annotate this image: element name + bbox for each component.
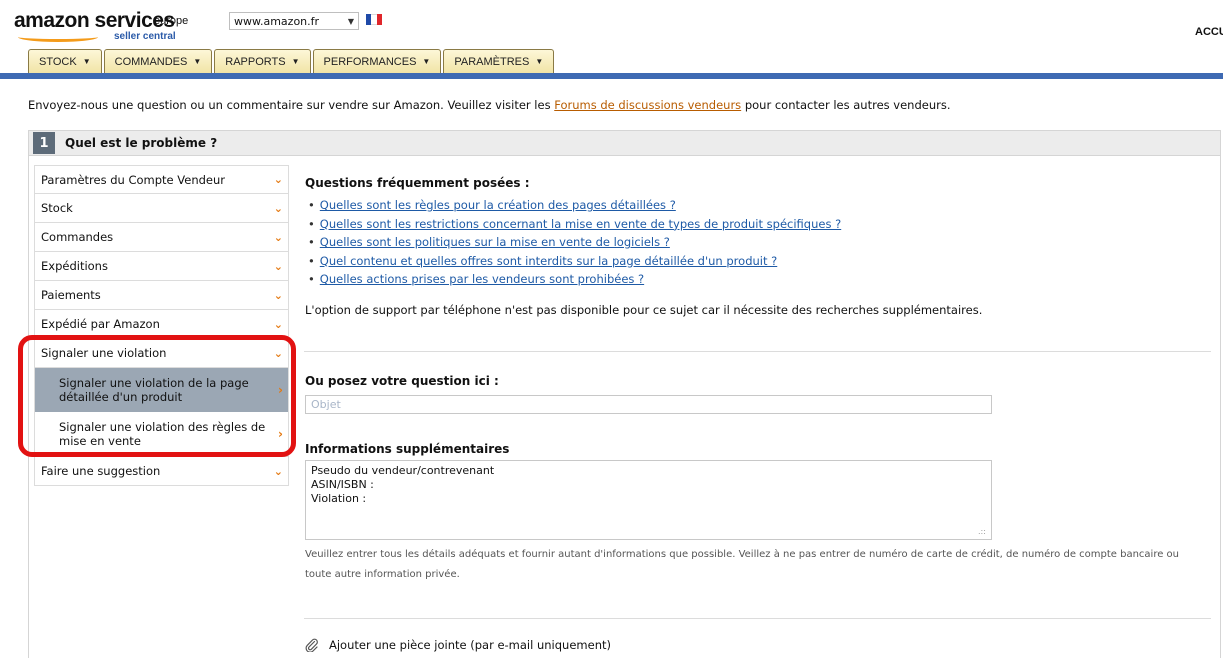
caret-down-icon: ▼ [291, 57, 300, 66]
attachment-row[interactable]: Ajouter une pièce jointe (par e-mail uni… [305, 638, 611, 652]
nav-tab-parametres[interactable]: PARAMÈTRES ▼ [443, 49, 555, 73]
nav-divider-bar [0, 73, 1223, 79]
nav-tab-stock[interactable]: STOCK ▼ [28, 49, 102, 73]
amazon-services-logo[interactable]: amazon services europe seller central [14, 9, 204, 49]
chevron-down-icon: ⌄ [273, 464, 283, 478]
amazon-smile-icon [18, 32, 98, 42]
chevron-right-icon: › [278, 426, 283, 441]
nav-tab-commandes[interactable]: COMMANDES ▼ [103, 49, 213, 73]
menu-item-label: Expédié par Amazon [41, 317, 160, 331]
menu-item-label: Signaler une violation [41, 346, 167, 360]
question-label: Ou posez votre question ici : [305, 374, 499, 388]
header: amazon services europe seller central ww… [0, 0, 1223, 88]
menu-item-label: Expéditions [41, 259, 108, 273]
faq-item: • Quel contenu et quelles offres sont int… [308, 252, 841, 271]
section-number-badge: 1 [33, 132, 55, 154]
bullet-icon: • [308, 272, 315, 286]
content-divider [304, 618, 1211, 619]
caret-down-icon: ▼ [535, 57, 544, 66]
main-nav: STOCK ▼ COMMANDES ▼ RAPPORTS ▼ PERFORMANCES… [28, 49, 556, 73]
logo-seller-central-text: seller central [114, 31, 176, 42]
additional-info-textarea[interactable] [305, 460, 992, 540]
faq-link[interactable]: Quelles sont les restrictions concernant… [320, 217, 841, 231]
submenu-item-label: Signaler une violation de la page détail… [59, 375, 249, 404]
chevron-down-icon: ⌄ [273, 288, 283, 302]
paperclip-icon [305, 638, 318, 652]
marketplace-select-value: www.amazon.fr [234, 14, 320, 28]
chevron-down-icon: ⌄ [273, 317, 283, 331]
menu-item-payments[interactable]: Paiements ⌄ [34, 281, 289, 310]
menu-item-label: Paiements [41, 288, 101, 302]
chevron-down-icon: ⌄ [273, 201, 283, 215]
faq-link[interactable]: Quelles sont les règles pour la création… [320, 198, 676, 212]
caret-down-icon: ▼ [422, 57, 431, 66]
resize-grip-icon[interactable]: .:: [978, 527, 986, 536]
caret-down-icon: ▼ [193, 57, 202, 66]
menu-item-fba[interactable]: Expédié par Amazon ⌄ [34, 310, 289, 339]
faq-item: • Quelles actions prises par les vendeurs… [308, 270, 841, 289]
privacy-help-text: Veuillez entrer tous les détails adéquat… [305, 549, 1179, 580]
caret-down-icon: ▼ [82, 57, 91, 66]
intro-text: Envoyez-nous une question ou un commenta… [28, 98, 951, 112]
nav-tab-label: PERFORMANCES [323, 55, 417, 68]
attachment-label: Ajouter une pièce jointe (par e-mail uni… [329, 638, 611, 652]
menu-item-label: Faire une suggestion [41, 464, 161, 478]
chevron-down-icon: ⌄ [273, 173, 283, 186]
menu-item-shipping[interactable]: Expéditions ⌄ [34, 252, 289, 281]
chevron-down-icon: ▼ [347, 16, 354, 26]
subject-input[interactable] [305, 395, 992, 414]
nav-tab-label: COMMANDES [114, 55, 188, 68]
nav-tab-performances[interactable]: PERFORMANCES ▼ [312, 49, 442, 73]
menu-item-account-settings[interactable]: Paramètres du Compte Vendeur ⌄ [34, 165, 289, 194]
logo-region-text: europe [154, 15, 189, 27]
section-title: Quel est le problème ? [65, 136, 218, 150]
submenu-item-label: Signaler une violation des règles de mis… [59, 419, 266, 448]
faq-item: • Quelles sont les règles pour la créatio… [308, 196, 841, 215]
chevron-down-icon: ⌄ [273, 346, 283, 360]
submenu-item-listing-rules-violation[interactable]: Signaler une violation des règles de mis… [34, 412, 289, 456]
intro-text-before: Envoyez-nous une question ou un commenta… [28, 98, 555, 112]
faq-link[interactable]: Quel contenu et quelles offres sont inte… [320, 254, 777, 268]
faq-link[interactable]: Quelles sont les politiques sur la mise … [320, 235, 670, 249]
faq-title: Questions fréquemment posées : [305, 176, 530, 190]
submenu-item-detail-page-violation[interactable]: Signaler une violation de la page détail… [34, 368, 289, 412]
menu-item-suggestion[interactable]: Faire une suggestion ⌄ [34, 457, 289, 486]
france-flag-icon [366, 14, 382, 25]
chevron-right-icon: › [278, 382, 283, 397]
menu-item-label: Commandes [41, 230, 114, 244]
additional-info-label: Informations supplémentaires [305, 442, 510, 456]
menu-item-label: Paramètres du Compte Vendeur [41, 172, 226, 187]
menu-item-label: Stock [41, 201, 73, 215]
menu-item-report-violation[interactable]: Signaler une violation ⌄ [34, 339, 289, 368]
intro-text-after: pour contacter les autres vendeurs. [741, 98, 951, 112]
nav-tab-label: PARAMÈTRES [454, 55, 530, 68]
marketplace-select[interactable]: www.amazon.fr ▼ [229, 12, 359, 30]
category-menu: Paramètres du Compte Vendeur ⌄ Stock ⌄ Com… [34, 165, 289, 486]
nav-tab-label: RAPPORTS [225, 55, 286, 68]
section-header: 1 Quel est le problème ? [28, 130, 1221, 156]
violation-submenu: Signaler une violation de la page détail… [34, 368, 289, 457]
seller-forums-link[interactable]: Forums de discussions vendeurs [554, 98, 741, 112]
faq-item: • Quelles sont les politiques sur la mise… [308, 233, 841, 252]
logo-main-text: amazon services [14, 9, 175, 32]
faq-item: • Quelles sont les restrictions concernan… [308, 215, 841, 234]
nav-tab-label: STOCK [39, 55, 77, 68]
faq-link[interactable]: Quelles actions prises par les vendeurs … [320, 272, 644, 286]
phone-support-note: L'option de support par téléphone n'est … [305, 303, 983, 317]
account-link[interactable]: ACCU [1195, 26, 1223, 38]
bullet-icon: • [308, 216, 315, 231]
chevron-down-icon: ⌄ [273, 259, 283, 273]
bullet-icon: • [308, 235, 315, 249]
bullet-icon: • [308, 198, 315, 212]
faq-list: • Quelles sont les règles pour la créatio… [308, 196, 841, 289]
chevron-down-icon: ⌄ [273, 230, 283, 244]
nav-tab-rapports[interactable]: RAPPORTS ▼ [214, 49, 311, 73]
menu-item-orders[interactable]: Commandes ⌄ [34, 223, 289, 252]
content-divider [304, 351, 1211, 352]
bullet-icon: • [308, 253, 315, 268]
menu-item-stock[interactable]: Stock ⌄ [34, 194, 289, 223]
